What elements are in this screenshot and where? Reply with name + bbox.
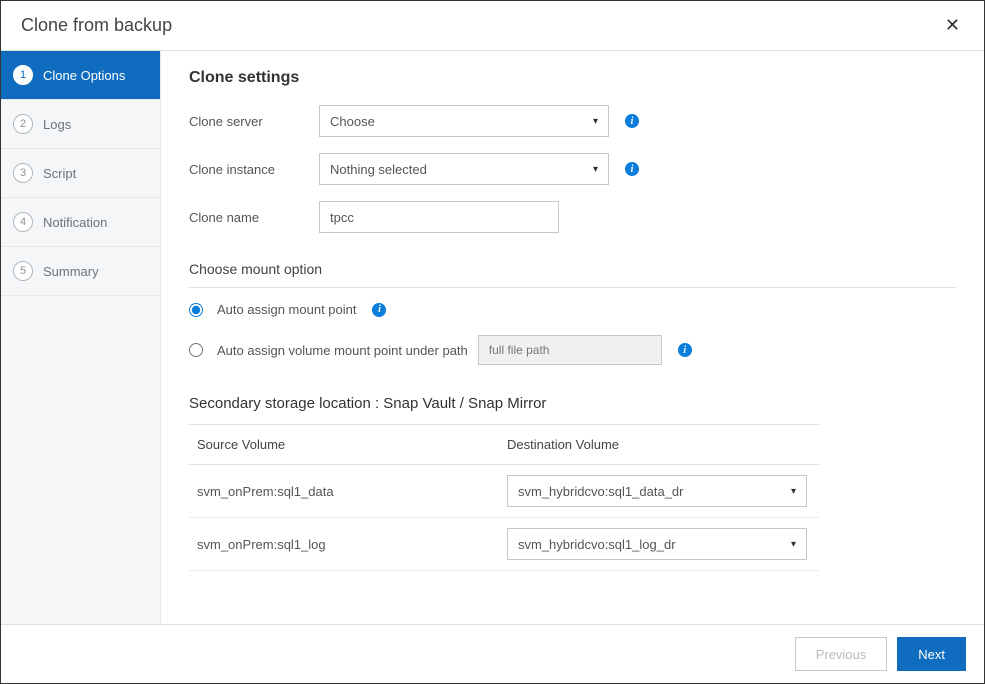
destination-volume-dropdown[interactable]: svm_hybridcvo:sql1_log_dr ▾ bbox=[507, 528, 807, 560]
chevron-down-icon: ▾ bbox=[593, 116, 598, 127]
destination-volume-value: svm_hybridcvo:sql1_data_dr bbox=[518, 484, 683, 499]
mount-auto-row: Auto assign mount point i bbox=[189, 302, 956, 317]
clone-name-input[interactable] bbox=[319, 201, 559, 233]
mount-section-title: Choose mount option bbox=[189, 261, 956, 288]
close-icon: ✕ bbox=[945, 15, 960, 35]
clone-name-label: Clone name bbox=[189, 210, 319, 225]
destination-volume-value: svm_hybridcvo:sql1_log_dr bbox=[518, 537, 676, 552]
dialog-header: Clone from backup ✕ bbox=[1, 1, 984, 51]
mount-path-radio[interactable] bbox=[189, 343, 203, 357]
step-number: 3 bbox=[13, 163, 33, 183]
clone-instance-label: Clone instance bbox=[189, 162, 319, 177]
next-button[interactable]: Next bbox=[897, 637, 966, 671]
mount-auto-label: Auto assign mount point bbox=[217, 302, 356, 317]
sidebar-item-summary[interactable]: 5 Summary bbox=[1, 247, 160, 296]
clone-server-label: Clone server bbox=[189, 114, 319, 129]
dialog-body: 1 Clone Options 2 Logs 3 Script 4 Notifi… bbox=[1, 51, 984, 624]
storage-table-row: svm_onPrem:sql1_log svm_hybridcvo:sql1_l… bbox=[189, 518, 819, 571]
clone-instance-row: Clone instance Nothing selected ▾ i bbox=[189, 153, 956, 185]
sidebar-item-script[interactable]: 3 Script bbox=[1, 149, 160, 198]
content-pane: Clone settings Clone server Choose ▾ i C… bbox=[161, 51, 984, 624]
sidebar-item-label: Summary bbox=[43, 264, 99, 279]
clone-name-row: Clone name bbox=[189, 201, 956, 233]
col-source-volume: Source Volume bbox=[197, 437, 507, 452]
mount-path-label: Auto assign volume mount point under pat… bbox=[217, 343, 468, 358]
clone-server-value: Choose bbox=[330, 114, 375, 129]
clone-settings-title: Clone settings bbox=[189, 69, 956, 87]
close-button[interactable]: ✕ bbox=[941, 15, 964, 36]
sidebar-item-label: Clone Options bbox=[43, 68, 125, 83]
sidebar-item-clone-options[interactable]: 1 Clone Options bbox=[1, 51, 160, 100]
storage-table-row: svm_onPrem:sql1_data svm_hybridcvo:sql1_… bbox=[189, 465, 819, 518]
dialog-footer: Previous Next bbox=[1, 624, 984, 683]
mount-auto-radio[interactable] bbox=[189, 303, 203, 317]
source-volume-cell: svm_onPrem:sql1_log bbox=[197, 537, 507, 552]
step-number: 2 bbox=[13, 114, 33, 134]
step-number: 1 bbox=[13, 65, 33, 85]
previous-button[interactable]: Previous bbox=[795, 637, 888, 671]
clone-server-row: Clone server Choose ▾ i bbox=[189, 105, 956, 137]
sidebar-item-label: Script bbox=[43, 166, 76, 181]
destination-volume-dropdown[interactable]: svm_hybridcvo:sql1_data_dr ▾ bbox=[507, 475, 807, 507]
info-icon[interactable]: i bbox=[625, 114, 639, 128]
clone-instance-value: Nothing selected bbox=[330, 162, 427, 177]
mount-path-input[interactable] bbox=[478, 335, 662, 365]
wizard-sidebar: 1 Clone Options 2 Logs 3 Script 4 Notifi… bbox=[1, 51, 161, 624]
chevron-down-icon: ▾ bbox=[791, 486, 796, 497]
clone-dialog: Clone from backup ✕ 1 Clone Options 2 Lo… bbox=[0, 0, 985, 684]
sidebar-item-notification[interactable]: 4 Notification bbox=[1, 198, 160, 247]
clone-instance-dropdown[interactable]: Nothing selected ▾ bbox=[319, 153, 609, 185]
sidebar-item-label: Logs bbox=[43, 117, 71, 132]
info-icon[interactable]: i bbox=[372, 303, 386, 317]
chevron-down-icon: ▾ bbox=[791, 539, 796, 550]
step-number: 5 bbox=[13, 261, 33, 281]
clone-server-dropdown[interactable]: Choose ▾ bbox=[319, 105, 609, 137]
mount-path-row: Auto assign volume mount point under pat… bbox=[189, 335, 956, 365]
info-icon[interactable]: i bbox=[625, 162, 639, 176]
sidebar-item-label: Notification bbox=[43, 215, 107, 230]
storage-table-header: Source Volume Destination Volume bbox=[189, 424, 819, 465]
sidebar-item-logs[interactable]: 2 Logs bbox=[1, 100, 160, 149]
chevron-down-icon: ▾ bbox=[593, 164, 598, 175]
mount-section: Choose mount option Auto assign mount po… bbox=[189, 261, 956, 365]
step-number: 4 bbox=[13, 212, 33, 232]
storage-table: Source Volume Destination Volume svm_onP… bbox=[189, 424, 819, 571]
info-icon[interactable]: i bbox=[678, 343, 692, 357]
dialog-title: Clone from backup bbox=[21, 15, 172, 36]
storage-section-title: Secondary storage location : Snap Vault … bbox=[189, 395, 956, 412]
col-destination-volume: Destination Volume bbox=[507, 437, 811, 452]
source-volume-cell: svm_onPrem:sql1_data bbox=[197, 484, 507, 499]
